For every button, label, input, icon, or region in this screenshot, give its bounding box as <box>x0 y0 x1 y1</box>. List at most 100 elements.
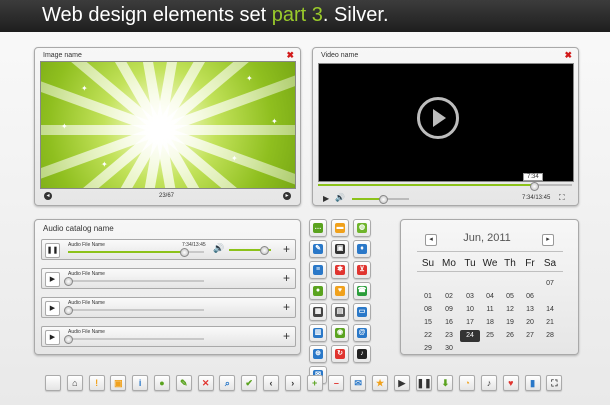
calendar-next-button[interactable]: ▸ <box>542 234 554 246</box>
star-icon[interactable]: ★ <box>372 375 388 391</box>
play-button[interactable]: ▶ <box>45 272 60 287</box>
minus-icon[interactable]: – <box>328 375 345 391</box>
calendar-day[interactable]: 07 <box>540 278 560 290</box>
info-icon[interactable]: i <box>132 375 149 391</box>
check-icon[interactable]: ✔ <box>241 375 258 391</box>
gamepad-icon[interactable]: ⊕ <box>309 345 327 363</box>
rss-icon[interactable]: ◔ <box>459 375 476 391</box>
camera-icon[interactable]: ● <box>309 282 327 300</box>
close-icon[interactable]: ✖ <box>564 50 572 61</box>
add-track-button[interactable]: + <box>283 329 290 343</box>
warning-icon[interactable]: ! <box>88 375 105 391</box>
phone-icon[interactable]: ☎ <box>353 282 371 300</box>
calendar-day[interactable]: 09 <box>439 304 459 316</box>
calendar-day[interactable]: 27 <box>520 330 540 342</box>
volume-icon[interactable]: 🔊 <box>213 243 224 254</box>
save-icon[interactable]: ▣ <box>331 240 349 258</box>
chat-icon[interactable]: … <box>309 219 327 237</box>
calendar-day[interactable]: 17 <box>460 317 480 329</box>
stats-icon[interactable]: ▮ <box>524 375 541 391</box>
download-icon[interactable]: ⬇ <box>437 375 454 391</box>
video-progress-knob[interactable] <box>530 182 539 191</box>
fullscreen-icon[interactable]: ⛶ <box>546 375 563 391</box>
home-icon[interactable]: ⌂ <box>66 375 83 391</box>
play-overlay-button[interactable] <box>417 97 459 139</box>
track-progress-knob[interactable] <box>64 277 73 286</box>
mail-icon[interactable]: ✉ <box>350 375 367 391</box>
calendar-day[interactable]: 10 <box>460 304 480 316</box>
add-track-button[interactable]: + <box>283 271 290 285</box>
calendar-day[interactable]: 25 <box>480 330 500 342</box>
at-icon[interactable]: @ <box>353 324 371 342</box>
calendar-day[interactable]: 04 <box>480 291 500 303</box>
heart-icon[interactable]: ♥ <box>502 375 519 391</box>
track-progress[interactable] <box>64 277 204 286</box>
calendar-day[interactable]: 30 <box>439 343 459 355</box>
chevron-right-icon[interactable]: › <box>284 375 301 391</box>
volume-icon[interactable]: ♪ <box>481 375 497 391</box>
next-image-button[interactable]: ▸ <box>283 192 291 200</box>
lock-icon[interactable]: ▣ <box>110 375 127 391</box>
add-track-button[interactable]: + <box>283 242 290 256</box>
play-icon[interactable]: ▶ <box>393 375 410 391</box>
calendar-day[interactable]: 02 <box>439 291 459 303</box>
calendar-day[interactable]: 11 <box>480 304 500 316</box>
music-icon[interactable]: ♪ <box>353 345 371 363</box>
calendar-day[interactable]: 22 <box>418 330 438 342</box>
globe-icon[interactable]: ◍ <box>353 219 371 237</box>
volume-icon[interactable]: 🔊 <box>335 193 345 202</box>
bulb-icon[interactable]: ♥ <box>331 282 349 300</box>
calendar-day[interactable]: 05 <box>500 291 520 303</box>
folder-icon[interactable]: ▬ <box>331 219 349 237</box>
calendar-day[interactable]: 15 <box>418 317 438 329</box>
track-progress-knob[interactable] <box>64 335 73 344</box>
calendar-icon[interactable]: ▦ <box>309 303 327 321</box>
pause-button[interactable]: ❚❚ <box>45 243 60 258</box>
plus-icon[interactable]: + <box>306 375 323 391</box>
track-progress-knob[interactable] <box>64 306 73 315</box>
cart-icon[interactable]: ⊻ <box>353 261 371 279</box>
equalizer-icon[interactable]: ≡ <box>309 261 327 279</box>
add-track-button[interactable]: + <box>283 300 290 314</box>
calendar-day[interactable]: 06 <box>520 291 540 303</box>
close-icon[interactable]: ✕ <box>197 375 214 391</box>
track-progress[interactable] <box>64 306 204 315</box>
pin-icon[interactable]: ✎ <box>309 240 327 258</box>
calendar-day[interactable]: 01 <box>418 291 438 303</box>
play-button[interactable]: ▶ <box>323 194 329 203</box>
chart-icon[interactable]: ▤ <box>331 303 349 321</box>
refresh-icon[interactable]: ↻ <box>331 345 349 363</box>
calendar-day[interactable]: 23 <box>439 330 459 342</box>
pause-icon[interactable]: ❚❚ <box>415 375 432 391</box>
clipboard-icon[interactable]: ▭ <box>353 303 371 321</box>
play-button[interactable]: ▶ <box>45 301 60 316</box>
calendar-day[interactable]: 26 <box>500 330 520 342</box>
printer-icon[interactable]: ▥ <box>309 324 327 342</box>
calendar-day[interactable]: 29 <box>418 343 438 355</box>
volume-knob[interactable] <box>260 246 269 255</box>
calendar-day[interactable]: 08 <box>418 304 438 316</box>
calendar-day[interactable]: 14 <box>540 304 560 316</box>
calendar-day-selected[interactable]: 24 <box>460 330 480 342</box>
chevron-left-icon[interactable]: ‹ <box>263 375 279 391</box>
track-progress[interactable] <box>68 248 204 257</box>
track-progress[interactable] <box>64 335 204 344</box>
play-button[interactable]: ▶ <box>45 330 60 345</box>
calendar-day[interactable]: 19 <box>500 317 520 329</box>
user-icon[interactable]: ● <box>154 375 170 391</box>
fullscreen-icon[interactable]: ⛶ <box>559 193 565 203</box>
calendar-day[interactable]: 18 <box>480 317 500 329</box>
calendar-day[interactable]: 13 <box>520 304 540 316</box>
edit-icon[interactable]: ✎ <box>175 375 192 391</box>
calendar-day[interactable]: 03 <box>460 291 480 303</box>
close-icon[interactable]: ✖ <box>286 50 294 61</box>
calendar-day[interactable]: 12 <box>500 304 520 316</box>
search-icon[interactable]: ⌕ <box>219 375 236 391</box>
blank-icon[interactable] <box>45 375 61 391</box>
calendar-day[interactable]: 28 <box>540 330 560 342</box>
volume-knob[interactable] <box>379 195 388 204</box>
mic-icon[interactable]: ♦ <box>353 240 371 258</box>
snowflake-icon[interactable]: ✱ <box>331 261 349 279</box>
calendar-day[interactable]: 21 <box>540 317 560 329</box>
prev-image-button[interactable]: ◂ <box>44 192 52 200</box>
